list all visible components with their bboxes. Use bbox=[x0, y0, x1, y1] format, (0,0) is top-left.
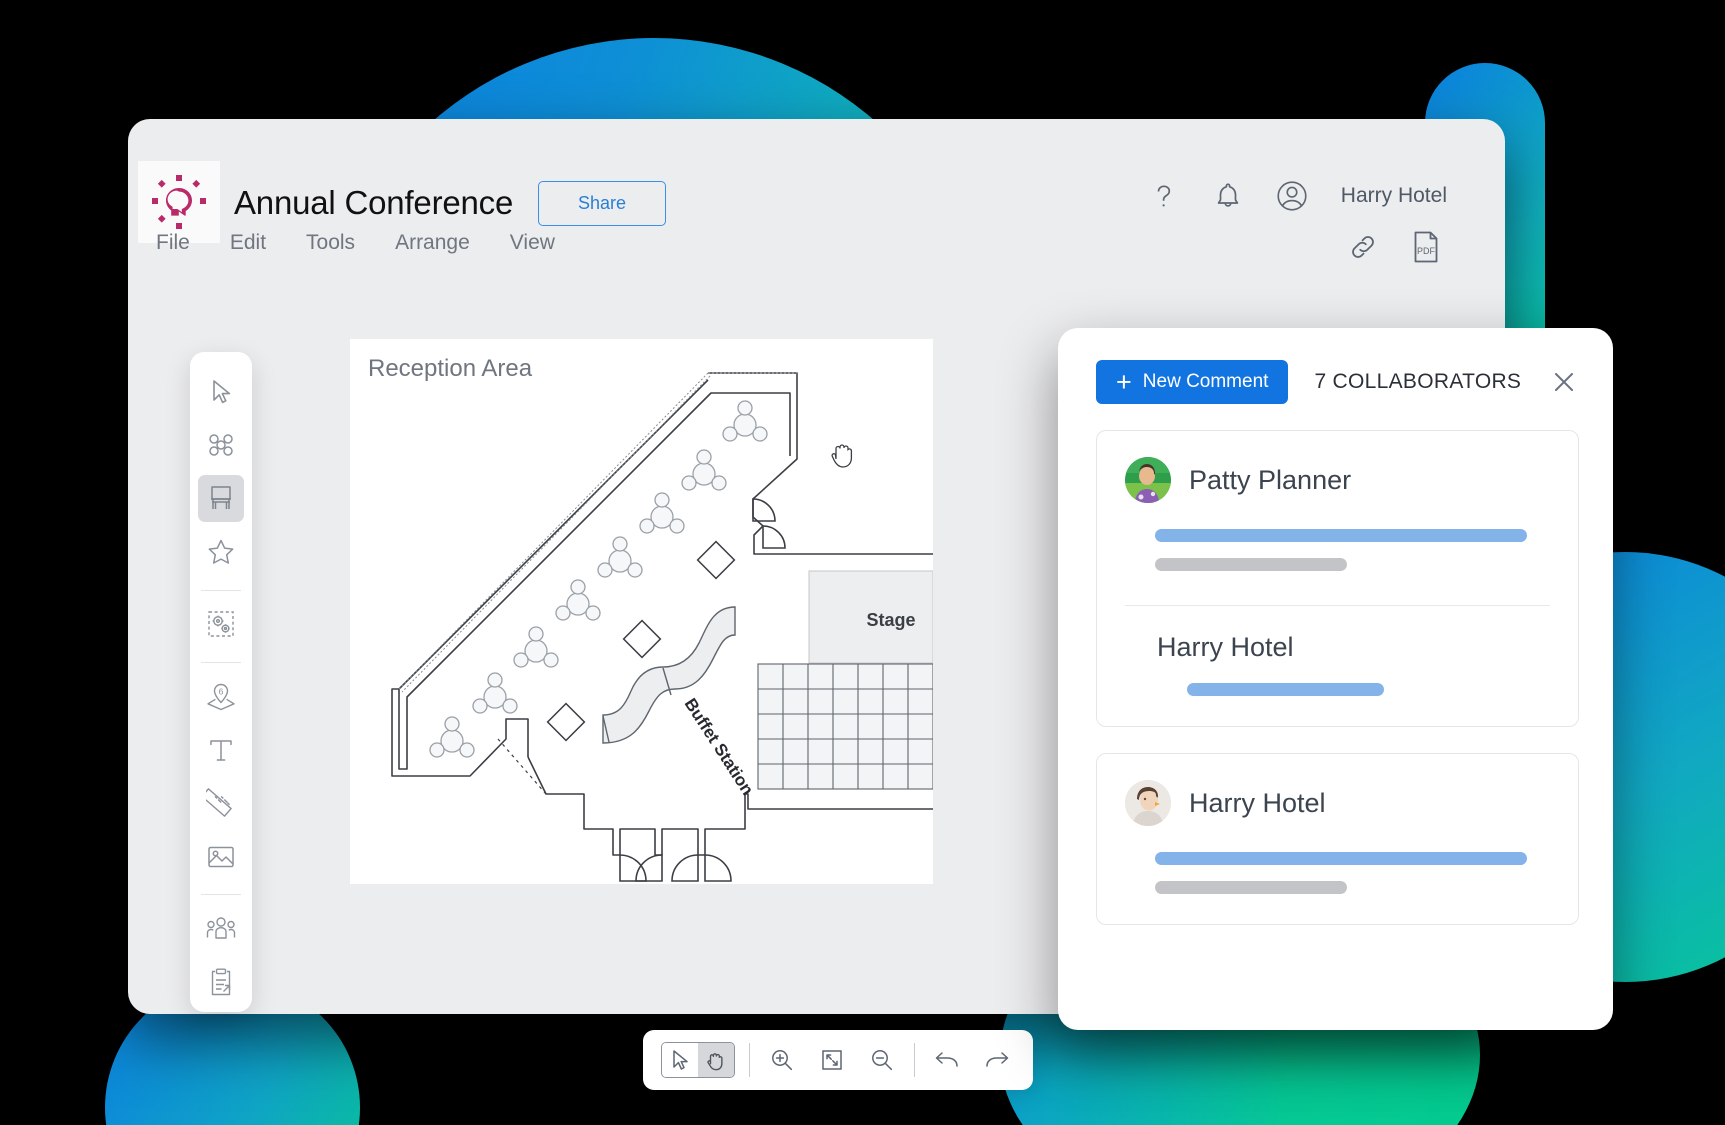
select-mode-button[interactable] bbox=[662, 1043, 698, 1077]
comments-panel: + New Comment 7 COLLABORATORS Patty Plan… bbox=[1058, 328, 1613, 1030]
floorplan-drawing: Buffet Station Stage bbox=[391, 372, 933, 882]
comment-thread-card[interactable]: Patty Planner Harry Hotel bbox=[1096, 430, 1579, 727]
svg-text:PDF: PDF bbox=[1417, 246, 1436, 256]
comment-reply-author: Harry Hotel bbox=[1157, 632, 1294, 662]
measure-ruler-tool[interactable] bbox=[198, 780, 244, 827]
share-button[interactable]: Share bbox=[538, 181, 666, 226]
zoom-out-button[interactable] bbox=[864, 1042, 900, 1078]
comments-panel-header: + New Comment 7 COLLABORATORS bbox=[1058, 328, 1613, 404]
export-pdf-icon[interactable]: PDF bbox=[1409, 229, 1443, 265]
round-tables-tool[interactable] bbox=[198, 421, 244, 468]
select-pointer-tool[interactable] bbox=[198, 368, 244, 415]
tool-rail: 6 bbox=[190, 352, 252, 1012]
menu-item-tools[interactable]: Tools bbox=[306, 231, 355, 255]
page-title: Annual Conference bbox=[234, 184, 514, 221]
comment-body-line-1 bbox=[1155, 852, 1527, 865]
room-label: Reception Area bbox=[368, 355, 533, 382]
zoom-fit-button[interactable] bbox=[814, 1042, 850, 1078]
comment-author-row: Patty Planner bbox=[1125, 457, 1550, 503]
chair-seating-tool[interactable] bbox=[198, 474, 244, 523]
comment-body-line-1 bbox=[1155, 529, 1527, 542]
text-tool[interactable] bbox=[198, 726, 244, 773]
collaborators-count: 7 COLLABORATORS bbox=[1314, 370, 1522, 393]
pan-mode-button[interactable] bbox=[698, 1043, 734, 1077]
menu-item-view[interactable]: View bbox=[510, 231, 555, 255]
user-name-label: Harry Hotel bbox=[1340, 184, 1447, 207]
rail-divider-2 bbox=[201, 661, 241, 663]
floorplan-canvas[interactable]: Reception Area Buffet Station Stage bbox=[350, 339, 933, 884]
header-right-group: Harry Hotel bbox=[1145, 177, 1447, 215]
canvas-toolbar bbox=[643, 1030, 1033, 1090]
stage-label: Stage bbox=[866, 610, 915, 630]
canvas-mode-group bbox=[661, 1042, 735, 1078]
undo-button[interactable] bbox=[929, 1042, 965, 1078]
favorites-star-tool[interactable] bbox=[198, 528, 244, 575]
image-tool[interactable] bbox=[198, 833, 244, 880]
zoom-in-button[interactable] bbox=[764, 1042, 800, 1078]
menu-item-arrange[interactable]: Arrange bbox=[395, 231, 470, 255]
header-bar: Annual Conference Share Harry Hotel bbox=[128, 119, 1505, 243]
comment-body-line-2 bbox=[1155, 881, 1347, 894]
menu-item-file[interactable]: File bbox=[156, 231, 190, 255]
rail-divider-3 bbox=[201, 894, 241, 896]
buffet-station-label: Buffet Station bbox=[681, 695, 758, 799]
screenshot-root: Annual Conference Share Harry Hotel File… bbox=[0, 0, 1725, 1125]
toolbar-divider-1 bbox=[749, 1043, 750, 1077]
harry-hotel-avatar bbox=[1125, 780, 1171, 826]
comment-author-row: Harry Hotel bbox=[1125, 780, 1550, 826]
comment-author-name: Patty Planner bbox=[1189, 464, 1352, 495]
user-avatar-icon[interactable] bbox=[1273, 177, 1311, 215]
rail-divider-1 bbox=[201, 589, 241, 591]
patty-planner-avatar bbox=[1125, 457, 1171, 503]
comment-author-name: Harry Hotel bbox=[1189, 787, 1326, 818]
comment-thread-card[interactable]: Harry Hotel bbox=[1096, 753, 1579, 925]
place-marker-tool[interactable]: 6 bbox=[198, 673, 244, 720]
new-comment-label: New Comment bbox=[1142, 371, 1269, 392]
guests-tool[interactable] bbox=[198, 905, 244, 952]
share-link-icon[interactable] bbox=[1345, 229, 1381, 265]
svg-text:6: 6 bbox=[219, 687, 224, 697]
comment-body-line-2 bbox=[1155, 558, 1347, 571]
custom-objects-tool[interactable] bbox=[198, 600, 244, 647]
pan-hand-cursor bbox=[829, 439, 857, 474]
menu-bar: File Edit Tools Arrange View bbox=[156, 231, 555, 255]
redo-button[interactable] bbox=[979, 1042, 1015, 1078]
help-icon[interactable] bbox=[1145, 177, 1183, 215]
menu-item-edit[interactable]: Edit bbox=[230, 231, 266, 255]
reports-export-tool[interactable] bbox=[198, 959, 244, 1006]
comment-reply: Harry Hotel bbox=[1125, 606, 1550, 696]
share-button-label: Share bbox=[577, 193, 627, 213]
toolbar-divider-2 bbox=[914, 1043, 915, 1077]
header-actions-group: PDF bbox=[1345, 229, 1443, 265]
comment-reply-line-1 bbox=[1187, 683, 1384, 696]
close-icon[interactable] bbox=[1549, 367, 1579, 397]
plus-icon: + bbox=[1116, 366, 1132, 397]
notifications-bell-icon[interactable] bbox=[1209, 177, 1247, 215]
new-comment-button[interactable]: + New Comment bbox=[1096, 360, 1289, 404]
